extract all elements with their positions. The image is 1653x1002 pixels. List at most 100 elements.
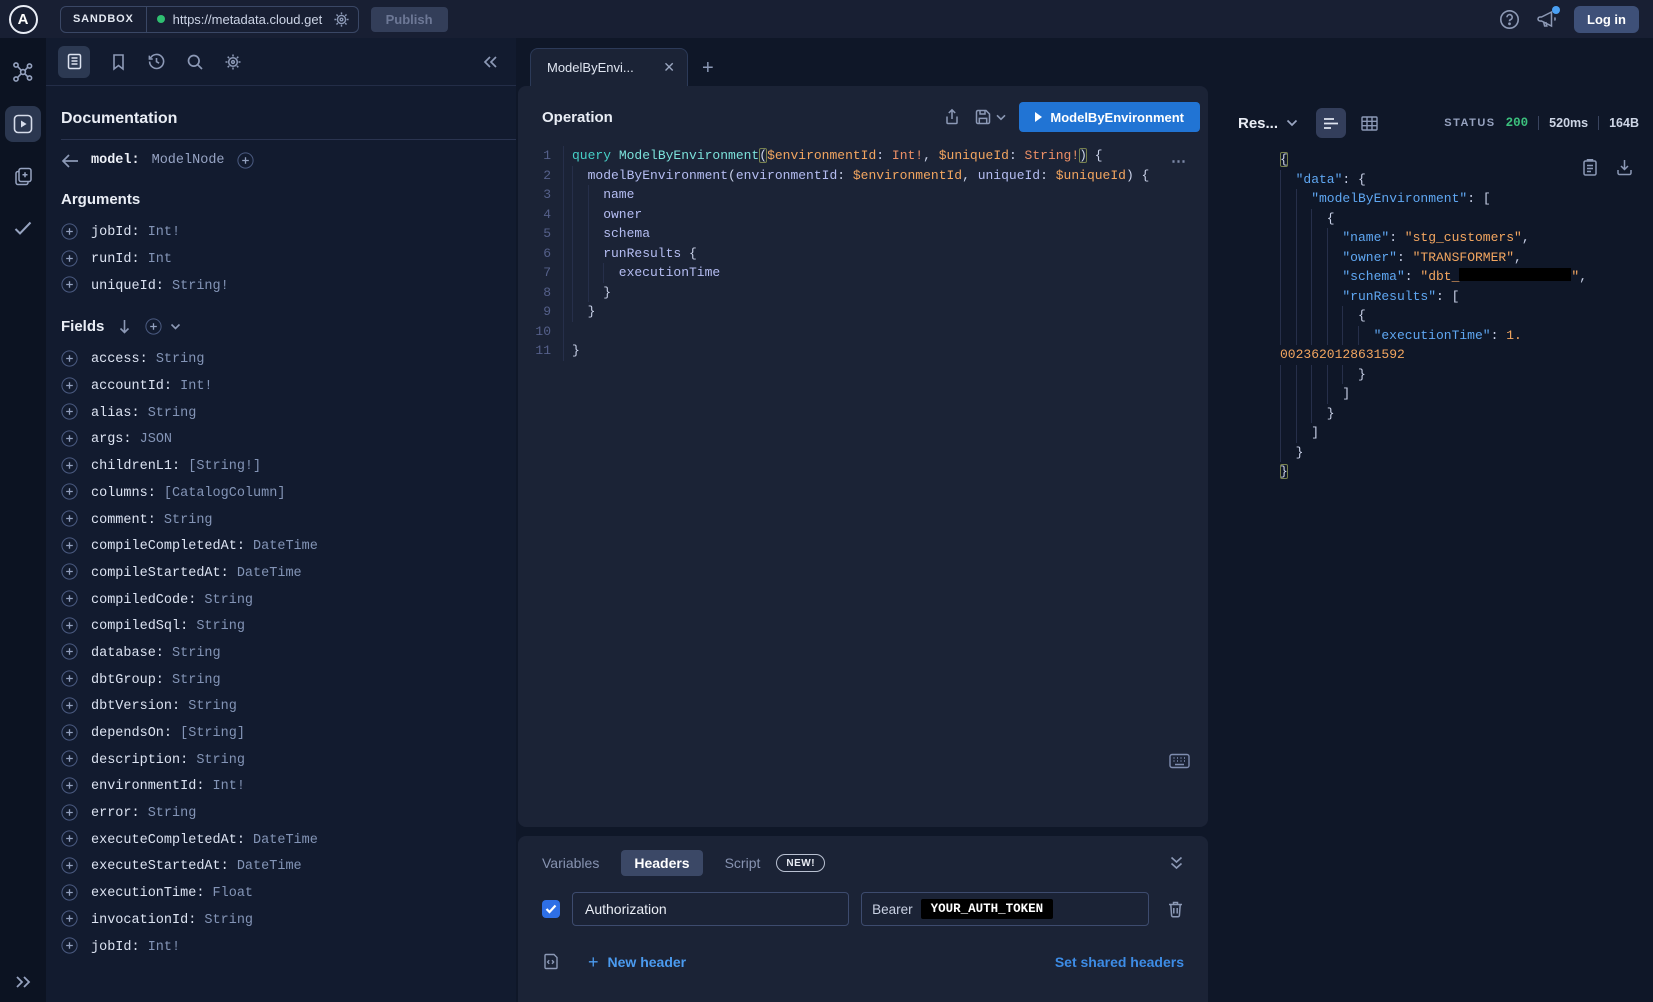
endpoint-settings-gear-icon[interactable] xyxy=(333,11,350,28)
keyboard-shortcuts-icon[interactable] xyxy=(1169,753,1190,769)
bookmarks-icon[interactable] xyxy=(110,53,127,71)
insert-field-button[interactable] xyxy=(61,857,78,874)
code-line[interactable]: 3name xyxy=(518,185,1208,205)
schema-settings-gear-icon[interactable] xyxy=(224,53,242,71)
code-line[interactable]: 4owner xyxy=(518,205,1208,225)
table-view-icon[interactable] xyxy=(1354,108,1384,138)
json-line: } xyxy=(1280,462,1653,482)
delete-header-icon[interactable] xyxy=(1167,900,1184,918)
header-value-input[interactable]: Bearer YOUR_AUTH_TOKEN xyxy=(861,892,1149,926)
auth-token-placeholder[interactable]: YOUR_AUTH_TOKEN xyxy=(921,899,1054,919)
json-line: ] xyxy=(1280,423,1653,443)
code-line[interactable]: 2modelByEnvironment(environmentId: $envi… xyxy=(518,166,1208,186)
insert-field-button[interactable] xyxy=(61,403,78,420)
endpoint-url-field[interactable]: https://metadata.cloud.get xyxy=(147,7,358,32)
editor-menu-icon[interactable]: ⋯ xyxy=(1171,152,1188,170)
insert-field-button[interactable] xyxy=(61,537,78,554)
new-header-button[interactable]: + New header xyxy=(588,954,686,970)
sandbox-collections-icon[interactable] xyxy=(5,158,41,194)
announcements-icon[interactable] xyxy=(1536,9,1558,29)
run-triangle-icon xyxy=(1035,112,1042,122)
documentation-tab-icon[interactable] xyxy=(58,46,90,78)
response-dropdown-chevron-icon[interactable] xyxy=(1286,119,1298,127)
insert-field-button[interactable] xyxy=(61,590,78,607)
insert-field-button[interactable] xyxy=(61,830,78,847)
code-line[interactable]: 1query ModelByEnvironment($environmentId… xyxy=(518,146,1208,166)
save-icon[interactable] xyxy=(974,108,992,126)
publish-button[interactable]: Publish xyxy=(371,7,448,32)
header-enabled-checkbox[interactable] xyxy=(542,900,560,918)
operation-tab[interactable]: ModelByEnvi... ✕ xyxy=(530,48,688,86)
insert-field-button[interactable] xyxy=(61,563,78,580)
explorer-icon[interactable] xyxy=(5,106,41,142)
apollo-logo[interactable]: A xyxy=(0,5,46,34)
fields-options-chevron-icon[interactable] xyxy=(170,323,181,331)
schema-graph-icon[interactable] xyxy=(5,54,41,90)
insert-field-button[interactable] xyxy=(61,724,78,741)
insert-field-button[interactable] xyxy=(61,777,78,794)
breadcrumb-type[interactable]: ModelNode xyxy=(152,153,225,168)
field-name: columns: xyxy=(91,486,156,501)
insert-field-button[interactable] xyxy=(61,937,78,954)
code-line[interactable]: 8} xyxy=(518,283,1208,303)
code-line[interactable]: 11} xyxy=(518,341,1208,361)
endpoint-url[interactable]: https://metadata.cloud.get xyxy=(173,12,325,27)
close-tab-icon[interactable]: ✕ xyxy=(663,59,675,76)
insert-field-button[interactable] xyxy=(61,483,78,500)
response-title[interactable]: Res... xyxy=(1238,115,1278,132)
environment-variables-icon[interactable] xyxy=(542,952,560,971)
insert-field-button[interactable] xyxy=(61,884,78,901)
insert-field-button[interactable] xyxy=(61,804,78,821)
insert-field-button[interactable] xyxy=(61,457,78,474)
insert-field-button[interactable] xyxy=(61,617,78,634)
copy-response-icon[interactable] xyxy=(1582,158,1598,177)
checks-icon[interactable] xyxy=(5,210,41,246)
code-line[interactable]: 7executionTime xyxy=(518,263,1208,283)
insert-field-button[interactable] xyxy=(61,643,78,660)
expand-rail-icon[interactable] xyxy=(0,974,46,990)
code-line[interactable]: 9} xyxy=(518,302,1208,322)
insert-field-button[interactable] xyxy=(61,750,78,767)
insert-type-button[interactable] xyxy=(237,152,254,169)
set-shared-headers-link[interactable]: Set shared headers xyxy=(1055,954,1184,970)
insert-field-button[interactable] xyxy=(61,430,78,447)
search-icon[interactable] xyxy=(186,53,204,71)
collapse-sidebar-icon[interactable] xyxy=(482,55,498,69)
graphql-editor[interactable]: 1query ModelByEnvironment($environmentId… xyxy=(518,146,1208,361)
insert-field-button[interactable] xyxy=(61,223,78,240)
operation-header: Operation ModelByEnvironment xyxy=(518,86,1208,132)
operation-actions: ModelByEnvironment xyxy=(943,102,1200,132)
history-icon[interactable] xyxy=(147,52,166,71)
insert-field-button[interactable] xyxy=(61,276,78,293)
add-all-fields-button[interactable] xyxy=(145,318,162,335)
download-response-icon[interactable] xyxy=(1616,158,1633,177)
insert-field-button[interactable] xyxy=(61,510,78,527)
new-tab-button[interactable]: + xyxy=(702,58,714,78)
insert-field-button[interactable] xyxy=(61,350,78,367)
tab-title: ModelByEnvi... xyxy=(547,60,655,75)
tab-script[interactable]: Script xyxy=(725,855,761,871)
code-line[interactable]: 10 xyxy=(518,322,1208,342)
insert-field-button[interactable] xyxy=(61,377,78,394)
help-icon[interactable] xyxy=(1499,9,1520,30)
collapse-request-panel-icon[interactable] xyxy=(1169,856,1184,870)
code-line[interactable]: 6runResults { xyxy=(518,244,1208,264)
tab-headers[interactable]: Headers xyxy=(621,850,702,876)
share-icon[interactable] xyxy=(943,108,961,126)
field-row: dependsOn: [String] xyxy=(61,719,516,746)
insert-field-button[interactable] xyxy=(61,250,78,267)
insert-field-button[interactable] xyxy=(61,910,78,927)
sort-fields-icon[interactable] xyxy=(118,319,131,334)
tab-variables[interactable]: Variables xyxy=(542,855,599,871)
response-json[interactable]: {"data": {"modelByEnvironment": [{"name"… xyxy=(1280,150,1653,482)
header-key-input[interactable]: Authorization xyxy=(572,892,849,926)
save-options-chevron-icon[interactable] xyxy=(996,114,1006,121)
insert-field-button[interactable] xyxy=(61,697,78,714)
raw-view-icon[interactable] xyxy=(1316,108,1346,138)
login-button[interactable]: Log in xyxy=(1574,6,1639,33)
code-line[interactable]: 5schema xyxy=(518,224,1208,244)
back-arrow-icon[interactable] xyxy=(61,154,79,168)
insert-field-button[interactable] xyxy=(61,670,78,687)
run-operation-button[interactable]: ModelByEnvironment xyxy=(1019,102,1200,132)
field-name: jobId: xyxy=(91,225,140,240)
